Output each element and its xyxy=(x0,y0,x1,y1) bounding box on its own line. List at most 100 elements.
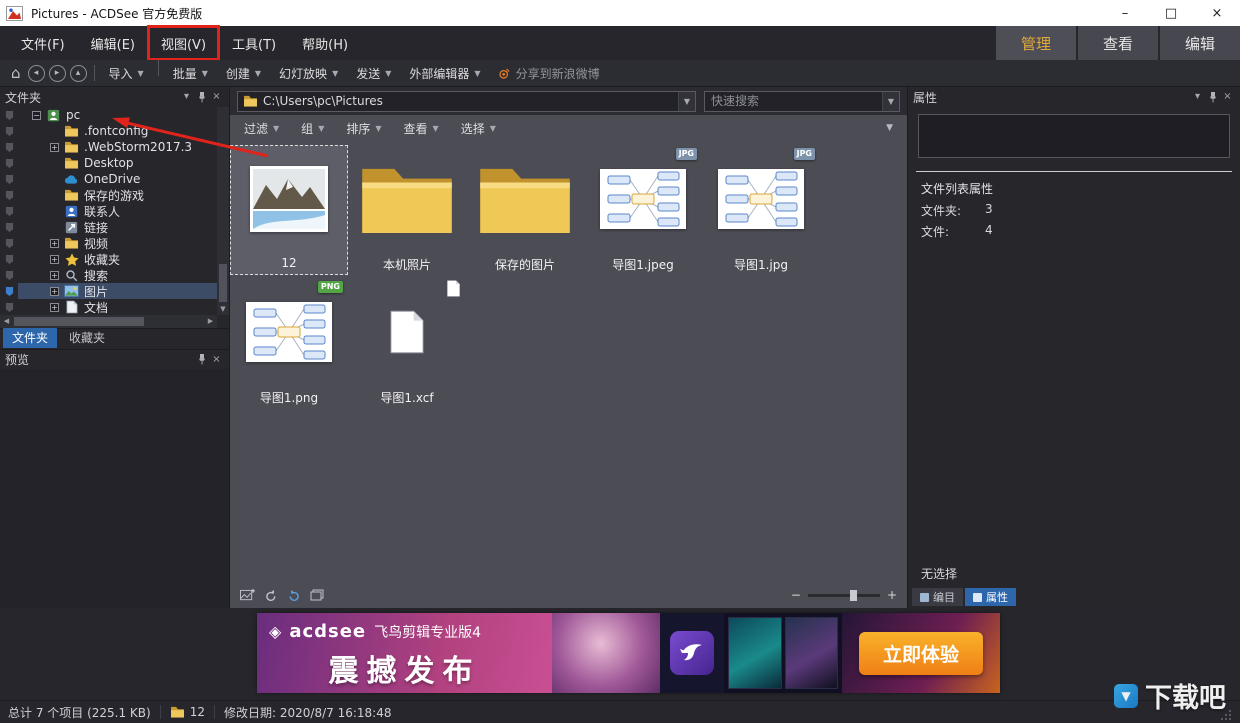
scroll-right-icon[interactable]: ▶ xyxy=(204,315,217,328)
forward-button[interactable]: ▸ xyxy=(49,65,66,82)
close-button[interactable]: × xyxy=(1194,0,1240,26)
tree-horizontal-scrollbar[interactable]: ◀ ▶ xyxy=(0,315,217,328)
close-icon[interactable]: × xyxy=(209,350,224,369)
filter-选择[interactable]: 选择▼ xyxy=(461,120,496,137)
tree-item[interactable]: +收藏夹 xyxy=(0,251,229,267)
rotate-left-icon[interactable] xyxy=(264,589,278,602)
expand-toggle[interactable]: + xyxy=(50,239,59,248)
filter-组[interactable]: 组▼ xyxy=(301,120,324,137)
filter-过滤[interactable]: 过滤▼ xyxy=(244,120,279,137)
tree-item[interactable]: 联系人 xyxy=(0,203,229,219)
file-item[interactable]: 12 xyxy=(230,145,348,275)
file-item[interactable]: JPG导图1.jpeg xyxy=(584,145,702,275)
search-input[interactable] xyxy=(705,94,882,108)
menu-item[interactable]: 工具(T) xyxy=(219,26,289,60)
home-icon[interactable]: ⌂ xyxy=(6,64,26,82)
sidebar-tab-folders[interactable]: 文件夹 xyxy=(3,327,57,348)
toolbar-button[interactable]: 外部编辑器▼ xyxy=(400,60,489,86)
scroll-down-icon[interactable]: ▼ xyxy=(217,303,229,315)
quick-search[interactable]: ▼ xyxy=(704,91,900,112)
share-weibo-button[interactable]: 分享到新浪微博 xyxy=(490,65,608,82)
path-field[interactable]: ▼ xyxy=(237,91,696,112)
ad-cta-button[interactable]: 立即体验 xyxy=(859,632,983,675)
ad-banner[interactable]: ◈ acdsee 飞鸟剪辑专业版4 震撼发布 立即体验 xyxy=(257,613,1000,693)
tree-vertical-scrollbar[interactable]: ▼ xyxy=(217,107,229,315)
tree-item[interactable]: +.WebStorm2017.3 xyxy=(0,139,229,155)
pin-icon[interactable] xyxy=(194,350,209,369)
mode-button-查看[interactable]: 查看 xyxy=(1078,26,1158,60)
tree-item[interactable]: +视频 xyxy=(0,235,229,251)
zoom-out-icon[interactable]: − xyxy=(791,588,801,602)
zoom-slider-thumb[interactable] xyxy=(850,590,857,601)
add-image-icon[interactable] xyxy=(240,589,255,602)
tree-vscroll-thumb[interactable] xyxy=(219,264,227,302)
toolbar-button[interactable]: 批量▼ xyxy=(164,60,217,86)
expand-toggle[interactable]: + xyxy=(50,287,59,296)
rotate-right-icon[interactable] xyxy=(287,589,301,602)
properties-tab-属性[interactable]: 属性 xyxy=(965,588,1016,606)
expand-toggle[interactable]: + xyxy=(50,303,59,312)
tree-marker-icon[interactable] xyxy=(0,222,18,233)
tree-marker-icon[interactable] xyxy=(0,110,18,121)
up-button[interactable]: ▴ xyxy=(70,65,87,82)
file-item[interactable]: 导图1.xcf xyxy=(348,278,466,408)
expand-toggle[interactable]: + xyxy=(50,143,59,152)
menu-item[interactable]: 编辑(E) xyxy=(78,26,148,60)
expand-toggle[interactable]: − xyxy=(32,111,41,120)
tree-marker-icon[interactable] xyxy=(0,302,18,313)
tree-item[interactable]: +搜索 xyxy=(0,267,229,283)
tree-marker-icon[interactable] xyxy=(0,238,18,249)
tree-marker-icon[interactable] xyxy=(0,206,18,217)
close-icon[interactable]: × xyxy=(1220,87,1235,107)
expand-toggle[interactable]: + xyxy=(50,255,59,264)
tree-item[interactable]: 链接 xyxy=(0,219,229,235)
filter-查看[interactable]: 查看▼ xyxy=(404,120,439,137)
tree-item[interactable]: −pc xyxy=(0,107,229,123)
tree-marker-icon[interactable] xyxy=(0,270,18,281)
tree-marker-icon[interactable] xyxy=(0,190,18,201)
file-item[interactable]: PNG导图1.png xyxy=(230,278,348,408)
tree-item[interactable]: 保存的游戏 xyxy=(0,187,229,203)
file-item[interactable]: 保存的图片 xyxy=(466,145,584,275)
tree-item[interactable]: OneDrive xyxy=(0,171,229,187)
pin-icon[interactable] xyxy=(1205,87,1220,107)
tree-marker-icon[interactable] xyxy=(0,254,18,265)
mode-button-管理[interactable]: 管理 xyxy=(996,26,1076,60)
chevron-down-icon[interactable]: ▾ xyxy=(179,87,194,107)
toolbar-button[interactable]: 创建▼ xyxy=(217,60,270,86)
tree-item[interactable]: Desktop xyxy=(0,155,229,171)
close-icon[interactable]: × xyxy=(209,87,224,107)
tree-marker-icon[interactable] xyxy=(0,158,18,169)
maximize-button[interactable]: □ xyxy=(1148,0,1194,26)
path-input[interactable] xyxy=(263,94,678,108)
tree-marker-icon[interactable] xyxy=(0,286,18,297)
tree-item[interactable]: +图片 xyxy=(0,283,229,299)
expand-toggle[interactable]: + xyxy=(50,271,59,280)
filter-排序[interactable]: 排序▼ xyxy=(346,120,381,137)
back-button[interactable]: ◂ xyxy=(28,65,45,82)
tree-marker-icon[interactable] xyxy=(0,142,18,153)
zoom-slider[interactable] xyxy=(808,594,880,597)
sidebar-tab-favorites[interactable]: 收藏夹 xyxy=(60,327,114,348)
menu-item[interactable]: 文件(F) xyxy=(8,26,78,60)
search-dropdown-icon[interactable]: ▼ xyxy=(882,92,899,111)
mode-button-编辑[interactable]: 编辑 xyxy=(1160,26,1240,60)
menu-item[interactable]: 视图(V) xyxy=(148,26,219,60)
file-item[interactable]: 本机照片 xyxy=(348,145,466,275)
chevron-down-icon[interactable]: ▾ xyxy=(1190,87,1205,107)
tree-item[interactable]: .fontconfig xyxy=(0,123,229,139)
tree-item[interactable]: +文档 xyxy=(0,299,229,315)
properties-tab-编目[interactable]: 编目 xyxy=(912,588,963,606)
tree-marker-icon[interactable] xyxy=(0,174,18,185)
toolbar-button[interactable]: 导入▼ xyxy=(100,60,153,86)
toolbar-button[interactable]: 发送▼ xyxy=(347,60,400,86)
filterbar-more-icon[interactable]: ▼ xyxy=(886,123,893,133)
minimize-button[interactable]: – xyxy=(1102,0,1148,26)
toolbar-button[interactable]: 幻灯放映▼ xyxy=(270,60,347,86)
layers-icon[interactable] xyxy=(310,589,324,601)
tree-marker-icon[interactable] xyxy=(0,126,18,137)
zoom-in-icon[interactable]: + xyxy=(887,588,897,602)
path-dropdown-icon[interactable]: ▼ xyxy=(678,92,695,111)
file-item[interactable]: JPG导图1.jpg xyxy=(702,145,820,275)
menu-item[interactable]: 帮助(H) xyxy=(289,26,361,60)
